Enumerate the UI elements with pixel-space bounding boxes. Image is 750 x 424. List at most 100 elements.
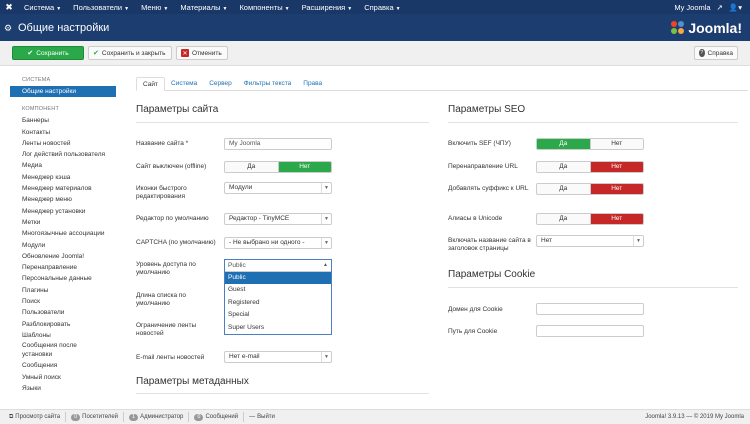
page-title: Общие настройки — [18, 21, 110, 34]
sidebar: СИСТЕМА Общие настройки КОМПОНЕНТ Баннер… — [10, 74, 116, 394]
offline-toggle[interactable]: Да Нет — [224, 161, 332, 173]
menu-menus[interactable]: Меню ▼ — [135, 3, 174, 12]
access-option-special[interactable]: Special — [225, 309, 331, 321]
save-button[interactable]: ✔ Сохранить — [12, 46, 84, 60]
sidebar-item[interactable]: Контакты — [10, 127, 116, 138]
unicode-toggle[interactable]: Да Нет — [536, 213, 644, 225]
sef-toggle[interactable]: Да Нет — [536, 138, 644, 150]
admins-status[interactable]: 1 Администратор — [124, 412, 190, 422]
sidebar-item[interactable]: Обновление Joomla! — [10, 251, 116, 262]
joomla-brand: Joomla! — [671, 20, 742, 36]
sidebar-item[interactable]: Менеджер материалов — [10, 183, 116, 194]
topnav-right: My Joomla ↗ 👤▾ — [674, 3, 750, 12]
view-site-label: Просмотр сайта — [15, 414, 61, 420]
user-icon[interactable]: 👤▾ — [729, 3, 742, 12]
rewrite-toggle[interactable]: Да Нет — [536, 161, 644, 173]
sidebar-item[interactable]: Шаблоны — [10, 330, 116, 341]
access-option-super-users[interactable]: Super Users — [225, 322, 331, 334]
access-option-registered[interactable]: Registered — [225, 297, 331, 309]
access-dropdown[interactable]: Public ▲ Public Guest Registered Special… — [224, 259, 332, 335]
editor-label: Редактор по умолчанию — [136, 215, 209, 222]
tab-server[interactable]: Сервер — [203, 77, 238, 91]
rewrite-no[interactable]: Нет — [589, 162, 643, 172]
sidebar-item[interactable]: Баннеры — [10, 115, 116, 126]
joomla-icon[interactable]: ✖ — [0, 0, 18, 14]
cookie-path-input[interactable] — [536, 325, 644, 337]
sidebar-item[interactable]: Менеджер меню — [10, 194, 116, 205]
metadata-title: Параметры метаданных — [136, 376, 249, 387]
cancel-label: Отменить — [192, 49, 222, 57]
menu-system[interactable]: Система ▼ — [18, 3, 67, 12]
sidebar-item[interactable]: Лог действий пользователя — [10, 149, 116, 160]
sidebar-item[interactable]: Медиа — [10, 160, 116, 171]
suffix-label: Добавлять суффикс к URL — [448, 185, 529, 192]
rewrite-yes[interactable]: Да — [537, 162, 590, 172]
unicode-yes[interactable]: Да — [537, 214, 590, 224]
tab-permissions[interactable]: Права — [297, 77, 328, 91]
sidebar-item[interactable]: Метки — [10, 217, 116, 228]
cancel-button[interactable]: ✕ Отменить — [176, 46, 228, 60]
site-link[interactable]: My Joomla — [674, 3, 710, 12]
sidebar-item[interactable]: Плагины — [10, 285, 116, 296]
view-site-link[interactable]: ⧉ Просмотр сайта — [4, 412, 67, 422]
feed-email-select[interactable]: Нет e-mail ▼ — [224, 351, 332, 363]
sidebar-item[interactable]: Персональные данные — [10, 273, 116, 284]
close-icon: ✕ — [181, 49, 189, 57]
sidebar-item[interactable]: Языки — [10, 383, 116, 394]
save-close-button[interactable]: ✔ Сохранить и закрыть — [88, 46, 172, 60]
messages-label: Сообщений — [205, 414, 239, 420]
sidebar-item[interactable]: Многоязычные ассоциации — [10, 228, 116, 239]
access-dropdown-head[interactable]: Public ▲ — [225, 260, 331, 272]
tab-text-filters[interactable]: Фильтры текста — [238, 77, 298, 91]
visitors-status[interactable]: 0 Посетителей — [66, 412, 125, 422]
divider — [136, 393, 429, 394]
admins-label: Администратор — [140, 414, 184, 420]
sidebar-item[interactable]: Сообщения — [10, 360, 116, 371]
editor-select[interactable]: Редактор - TinyMCE ▼ — [224, 213, 332, 225]
sef-yes[interactable]: Да — [537, 139, 590, 149]
captcha-value: - Не выбрано ни одного - — [229, 239, 305, 246]
unicode-no[interactable]: Нет — [589, 214, 643, 224]
access-option-guest[interactable]: Guest — [225, 284, 331, 296]
site-name-input[interactable]: My Joomla — [224, 138, 332, 150]
captcha-select[interactable]: - Не выбрано ни одного - ▼ — [224, 237, 332, 249]
access-option-public[interactable]: Public — [225, 272, 331, 285]
tab-site[interactable]: Сайт — [136, 77, 165, 91]
quickicons-select[interactable]: Модули ▼ — [224, 182, 332, 194]
tab-system[interactable]: Система — [165, 77, 203, 91]
sidebar-item[interactable]: Поиск — [10, 296, 116, 307]
menu-help[interactable]: Справка ▼ — [358, 3, 406, 12]
external-link-icon[interactable]: ↗ — [717, 3, 723, 12]
sidebar-item[interactable]: Ленты новостей — [10, 138, 116, 149]
sidebar-item[interactable]: Перенаправление — [10, 262, 116, 273]
suffix-toggle[interactable]: Да Нет — [536, 183, 644, 195]
sidebar-item[interactable]: Сообщения после установки — [10, 341, 116, 360]
caret-down-icon: ▼ — [395, 5, 401, 12]
offline-no[interactable]: Нет — [277, 162, 331, 172]
sidebar-item[interactable]: Умный поиск — [10, 372, 116, 383]
help-button[interactable]: ? Справка — [694, 46, 738, 60]
sidebar-item[interactable]: Менеджер кэша — [10, 172, 116, 183]
sidebar-section-system: СИСТЕМА — [22, 77, 51, 83]
suffix-no[interactable]: Нет — [589, 184, 643, 194]
sidebar-item[interactable]: Разблокировать — [10, 319, 116, 330]
sef-no[interactable]: Нет — [589, 139, 643, 149]
offline-label: Сайт выключен (offline) — [136, 163, 207, 170]
cookie-domain-input[interactable] — [536, 303, 644, 315]
logout-link[interactable]: — Выйти — [244, 412, 280, 422]
sidebar-item[interactable]: Модули — [10, 240, 116, 251]
sidebar-item-global-config[interactable]: Общие настройки — [10, 86, 116, 98]
menu-users[interactable]: Пользователи ▼ — [67, 3, 135, 12]
sidebar-item[interactable]: Пользователи — [10, 307, 116, 318]
cog-icon: ⚙ — [4, 22, 13, 33]
menu-content[interactable]: Материалы ▼ — [174, 3, 233, 12]
sidebar-item[interactable]: Менеджер установки — [10, 206, 116, 217]
menu-components[interactable]: Компоненты ▼ — [233, 3, 295, 12]
seo-settings-title: Параметры SEO — [448, 104, 526, 115]
menu-extensions[interactable]: Расширения ▼ — [296, 3, 359, 12]
caret-down-icon: ▼ — [222, 5, 228, 12]
suffix-yes[interactable]: Да — [537, 184, 590, 194]
sitename-pagetitles-select[interactable]: Нет ▼ — [536, 235, 644, 247]
messages-status[interactable]: 0 Сообщений — [189, 412, 245, 422]
offline-yes[interactable]: Да — [225, 162, 278, 172]
